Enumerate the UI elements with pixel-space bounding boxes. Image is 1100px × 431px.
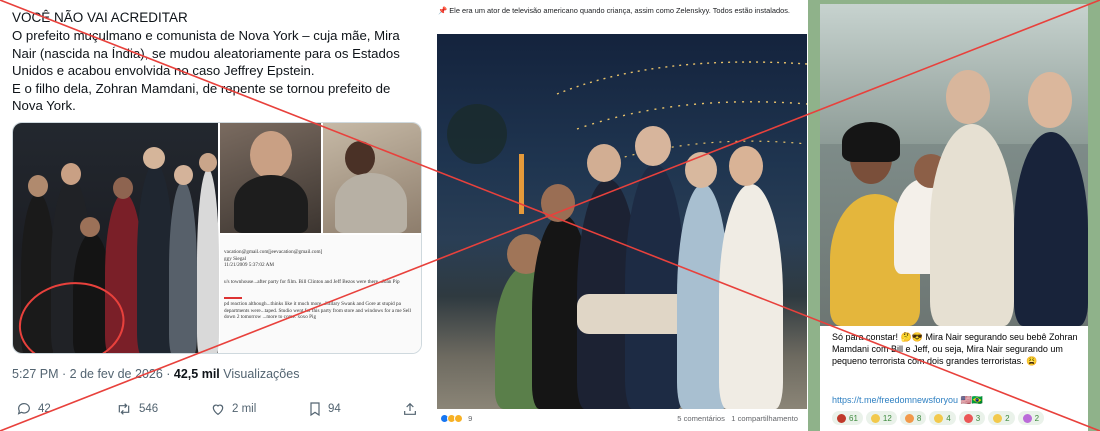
- poop-emoji-icon: [837, 413, 846, 423]
- retweet-icon: [118, 403, 130, 415]
- doc-line-5: pd reaction although...thinks like it mu…: [224, 301, 411, 320]
- doc-line-4: u's townhouse...after party for film. Bi…: [224, 278, 400, 285]
- telegram-channel-link[interactable]: https://t.me/freedomnewsforyou 🇺🇸🇧🇷: [832, 395, 983, 406]
- facebook-photo[interactable]: [437, 34, 807, 409]
- clown-emoji-icon: [1022, 413, 1032, 423]
- tweet-time: 5:27 PM · 2 de fev de 2026 ·: [12, 367, 174, 381]
- reaction-pill[interactable]: 4: [929, 411, 956, 425]
- telegram-post-panel: Só para constar! 🤔😎 Mira Nair segurando …: [808, 0, 1100, 431]
- reaction-pill[interactable]: 2: [988, 411, 1015, 425]
- tweet-views-label: Visualizações: [219, 367, 300, 381]
- reply-count: 42: [38, 403, 51, 415]
- retweet-button[interactable]: 546: [115, 401, 158, 417]
- haha-reaction-icon: [454, 414, 463, 423]
- reply-icon: [17, 403, 30, 415]
- tweet-metadata: 5:27 PM · 2 de fev de 2026 · 42,5 mil Vi…: [12, 367, 299, 381]
- telegram-photo[interactable]: [820, 4, 1088, 326]
- reply-button[interactable]: 42: [16, 401, 51, 417]
- fire-emoji-icon: [963, 413, 973, 423]
- reaction-count: 9: [468, 414, 473, 423]
- tweet-panel: VOCÊ NÃO VAI ACREDITAR O prefeito muçulm…: [0, 0, 428, 431]
- thinking-emoji-icon: [993, 413, 1003, 423]
- tweet-headline: VOCÊ NÃO VAI ACREDITAR: [12, 10, 188, 25]
- tweet-photo-man[interactable]: [220, 123, 321, 233]
- facebook-caption: 📌 Ele era um ator de televisão americano…: [438, 6, 790, 15]
- reaction-pill[interactable]: 2: [1017, 411, 1045, 425]
- laugh-emoji-icon: [870, 413, 880, 423]
- reaction-pill[interactable]: 12: [865, 411, 897, 425]
- tweet-body: O prefeito muçulmano e comunista de Nova…: [12, 28, 400, 114]
- bookmark-icon: [310, 402, 320, 417]
- retweet-count: 546: [139, 403, 159, 415]
- shares-count[interactable]: 1 compartilhamento: [731, 414, 798, 423]
- doc-red-mark: [224, 297, 242, 299]
- facebook-footer: 9 5 comentários 1 compartilhamento: [440, 414, 800, 423]
- like-count: 2 mil: [232, 403, 257, 415]
- tweet-media-grid[interactable]: vacation@gmail.com[jeevacation@gmail.com…: [12, 122, 422, 354]
- rofl-emoji-icon: [934, 413, 944, 423]
- share-button[interactable]: [402, 401, 424, 417]
- tweet-action-bar: 42 546 2 mil 94: [12, 401, 422, 421]
- bookmark-button[interactable]: 94: [308, 401, 341, 417]
- tweet-photo-mother[interactable]: [323, 123, 421, 233]
- heart-icon: [212, 404, 224, 416]
- reactions-summary[interactable]: 9: [440, 414, 472, 423]
- tweet-views-count: 42,5 mil: [173, 367, 220, 381]
- reaction-pill[interactable]: 8: [899, 411, 927, 425]
- bookmark-count: 94: [328, 403, 341, 415]
- red-circle-highlight: [18, 282, 125, 353]
- tweet-photo-group[interactable]: [13, 123, 219, 353]
- telegram-reactions: 61 12 8 4 3 2 2: [832, 411, 1045, 425]
- comments-count[interactable]: 5 comentários: [677, 414, 725, 423]
- telegram-message-bubble: Só para constar! 🤔😎 Mira Nair segurando …: [820, 326, 1088, 431]
- facebook-post-panel: 📌 Ele era um ator de televisão americano…: [432, 0, 808, 431]
- telegram-message-text: Só para constar! 🤔😎 Mira Nair segurando …: [832, 332, 1078, 367]
- share-icon: [404, 402, 416, 415]
- tweet-email-document[interactable]: vacation@gmail.com[jeevacation@gmail.com…: [220, 235, 421, 353]
- like-button[interactable]: 2 mil: [210, 401, 256, 417]
- angry-emoji-icon: [904, 413, 914, 423]
- reaction-pill[interactable]: 61: [832, 411, 863, 425]
- reaction-pill[interactable]: 3: [958, 411, 986, 425]
